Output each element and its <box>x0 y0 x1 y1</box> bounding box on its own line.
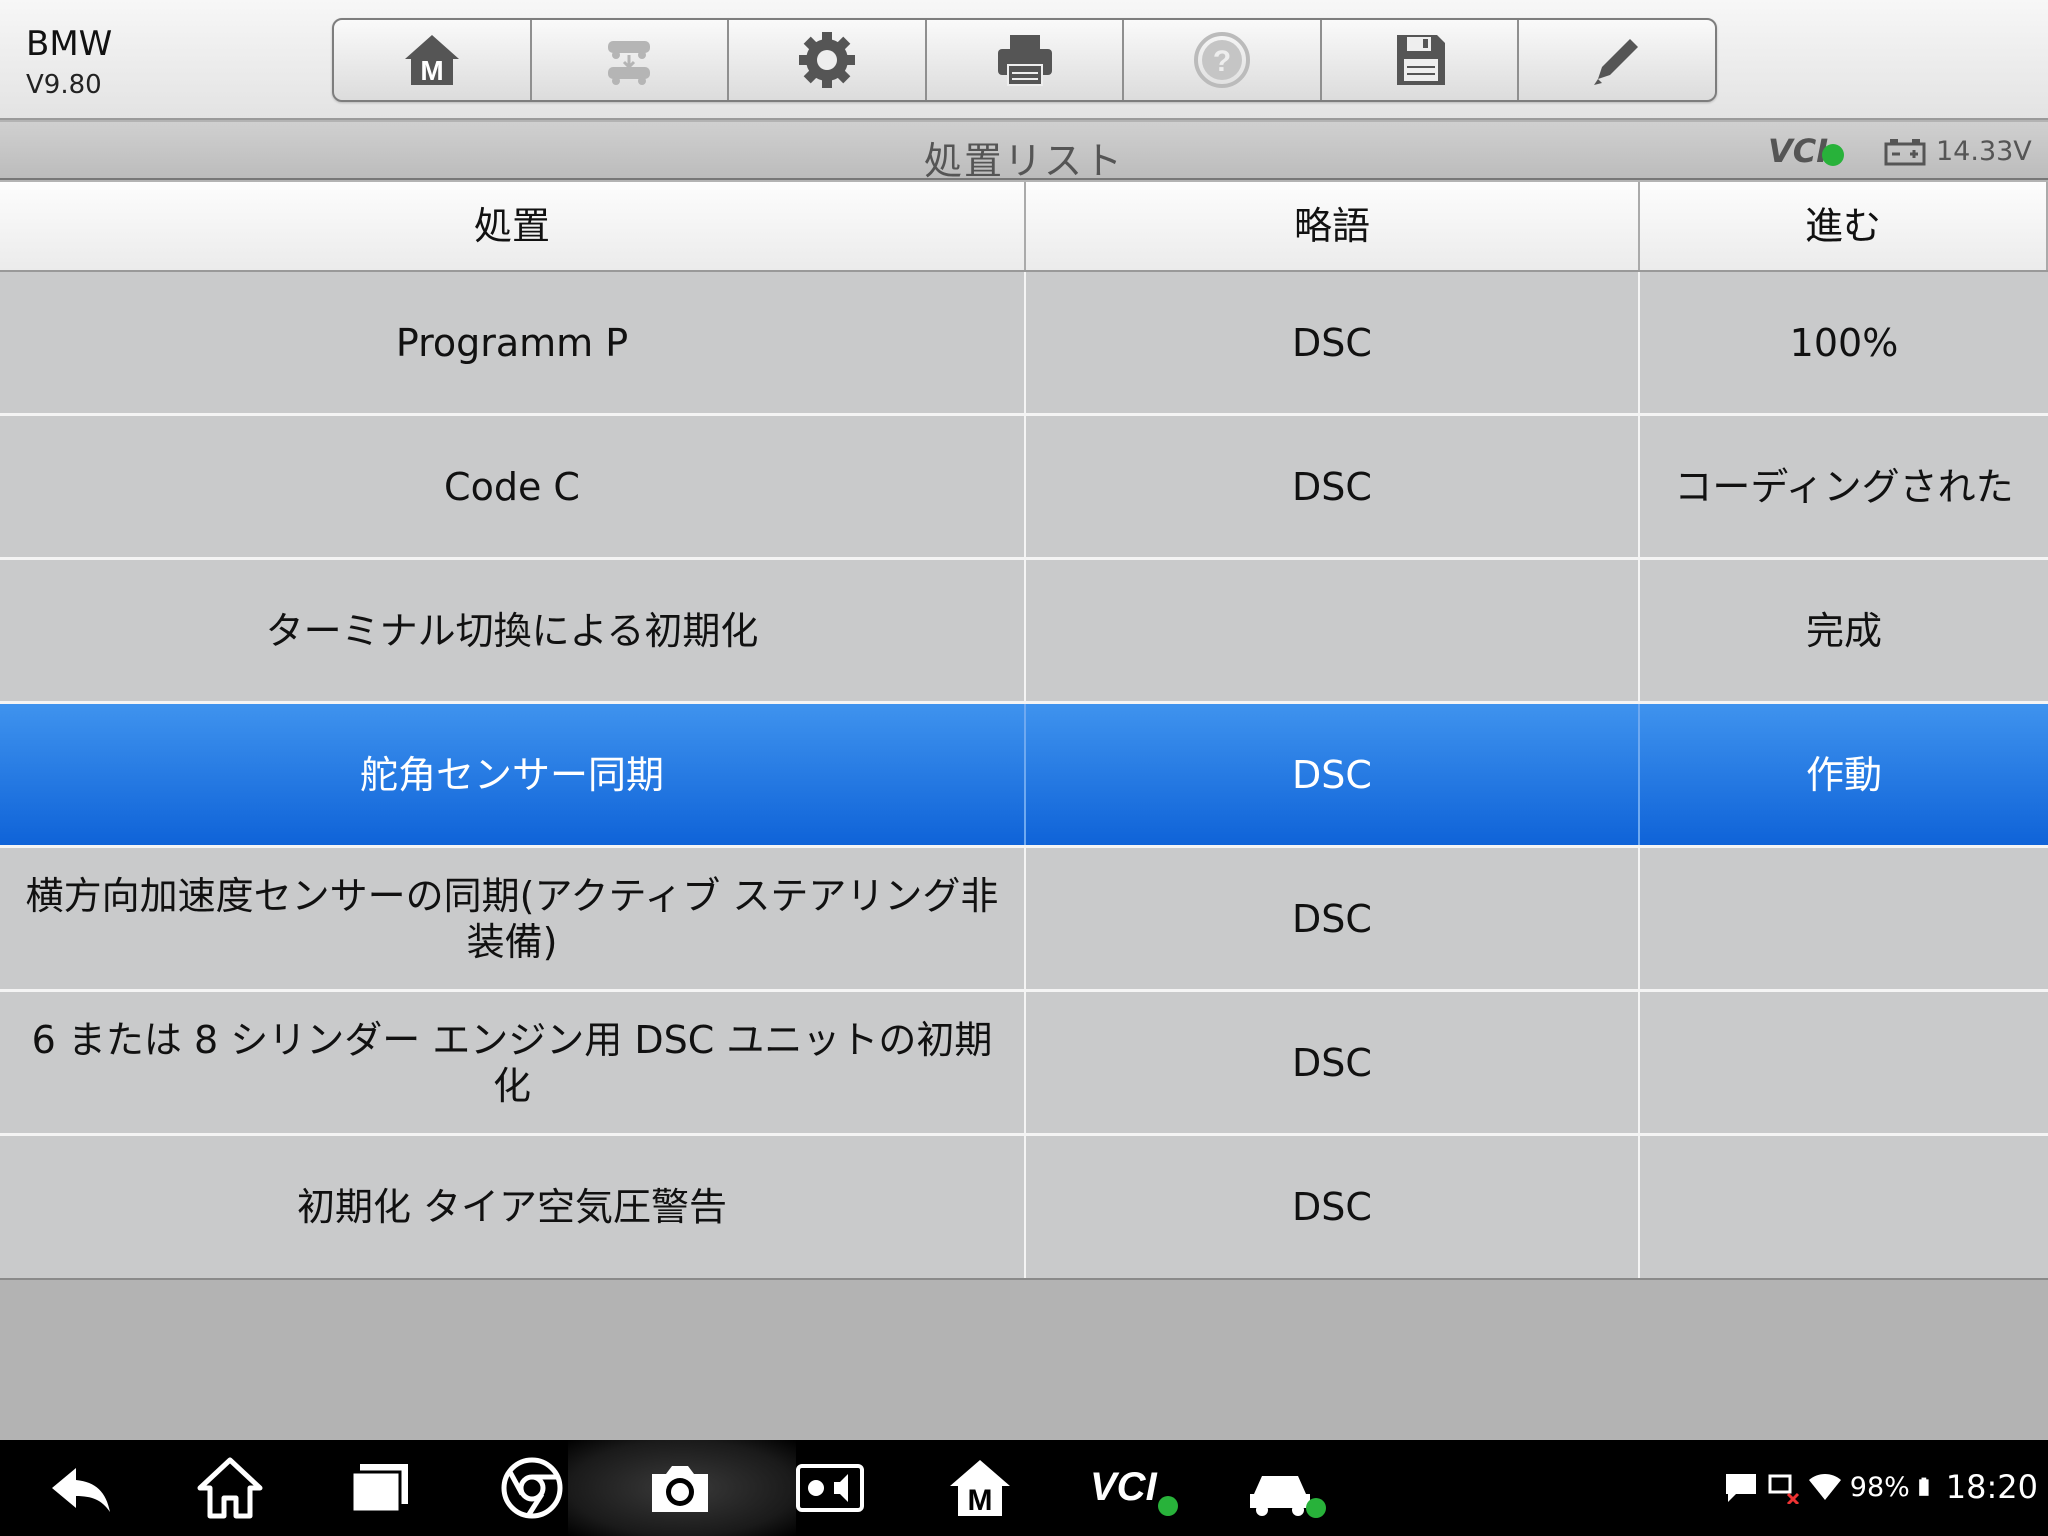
vehicle-swap-button[interactable] <box>532 20 730 100</box>
wifi-icon <box>1808 1474 1841 1500</box>
table-row[interactable]: ターミナル切換による初期化 完成 <box>0 560 2048 704</box>
message-icon <box>1725 1474 1756 1502</box>
row-progress <box>1640 1136 2048 1278</box>
vehicle-button[interactable] <box>1248 1454 1328 1522</box>
title-bar: 処置リスト VCI 14.33V <box>0 122 2048 183</box>
svg-text:?: ? <box>1213 45 1231 78</box>
usb-disconnected-icon <box>1768 1474 1799 1504</box>
chrome-icon <box>501 1457 563 1519</box>
settings-button[interactable] <box>729 20 927 100</box>
clock: 18:20 <box>1945 1468 2038 1506</box>
row-action: 舵角センサー同期 <box>0 704 1026 845</box>
header-progress: 進む <box>1640 182 2048 270</box>
table-row[interactable]: 横方向加速度センサーの同期(アクティブ ステアリング非装備) DSC <box>0 848 2048 992</box>
vci-status: VCI <box>1768 132 1829 170</box>
edit-button[interactable] <box>1519 20 1715 100</box>
car-battery-icon <box>1884 139 1926 166</box>
vci-connected-icon <box>1822 144 1844 166</box>
recent-apps-icon <box>350 1464 408 1514</box>
svg-text:VCI: VCI <box>1090 1465 1158 1509</box>
save-button[interactable] <box>1322 20 1520 100</box>
battery-percent: 98% <box>1849 1471 1910 1503</box>
row-progress: コーディングされた <box>1674 464 2014 509</box>
table-row[interactable]: Programm P DSC 100% <box>0 272 2048 416</box>
table-row[interactable]: 6 または 8 シリンダー エンジン用 DSC ユニットの初期化 DSC <box>0 992 2048 1136</box>
chrome-button[interactable] <box>498 1454 566 1522</box>
maxisys-home-button[interactable]: M <box>946 1454 1014 1522</box>
table-header: 処置 略語 進む <box>0 182 2048 272</box>
home-button-nav[interactable] <box>196 1454 264 1522</box>
procedure-table: 処置 略語 進む Programm P DSC 100% Code C DSC … <box>0 182 2048 1280</box>
row-abbreviation: DSC <box>1026 416 1640 557</box>
row-action: 初期化 タイア空気圧警告 <box>0 1136 1026 1278</box>
car-icon <box>1250 1476 1326 1518</box>
vci-button[interactable]: VCI <box>1090 1454 1182 1522</box>
table-row[interactable]: 初期化 タイア空気圧警告 DSC <box>0 1136 2048 1280</box>
home-icon <box>197 1457 263 1519</box>
header-action: 処置 <box>0 182 1026 270</box>
row-progress: 作動 <box>1805 752 1882 797</box>
battery-voltage: 14.33V <box>1936 136 2032 167</box>
row-abbreviation <box>1026 560 1640 701</box>
row-abbreviation: DSC <box>1026 704 1640 845</box>
row-abbreviation: DSC <box>1026 848 1640 989</box>
print-button[interactable] <box>927 20 1125 100</box>
save-icon <box>1396 35 1445 85</box>
pencil-icon <box>1594 39 1639 85</box>
help-button[interactable]: ? <box>1124 20 1322 100</box>
home-m-icon: M <box>404 35 459 86</box>
row-progress: 完成 <box>1805 608 1882 653</box>
table-row[interactable]: Code C DSC コーディングされた <box>0 416 2048 560</box>
back-button[interactable] <box>46 1454 114 1522</box>
row-progress <box>1640 848 2048 989</box>
svg-text:M: M <box>968 1484 993 1517</box>
table-row-selected[interactable]: 舵角センサー同期 DSC 作動 <box>0 704 2048 848</box>
camera-icon <box>652 1466 708 1512</box>
help-icon: ? <box>1194 32 1251 88</box>
home-button[interactable]: M <box>334 20 532 100</box>
back-icon <box>52 1468 110 1512</box>
row-action: Code C <box>0 416 1026 557</box>
row-abbreviation: DSC <box>1026 992 1640 1133</box>
maxisys-home-icon: M <box>950 1460 1010 1517</box>
navigation-bar: M VCI 98% 18:20 <box>0 1440 2048 1536</box>
app-version: V9.80 <box>26 70 102 100</box>
app-name: BMW <box>26 24 113 64</box>
screenshot-button[interactable] <box>646 1454 714 1522</box>
top-bar: BMW V9.80 M ? <box>0 0 2048 120</box>
row-progress: 100% <box>1789 320 1899 365</box>
header-abbreviation: 略語 <box>1026 182 1640 270</box>
printer-icon <box>997 35 1052 86</box>
row-abbreviation: DSC <box>1026 272 1640 413</box>
brightness-volume-icon <box>796 1464 864 1512</box>
brightness-volume-button[interactable] <box>796 1454 864 1522</box>
row-abbreviation: DSC <box>1026 1136 1640 1278</box>
row-progress <box>1640 992 2048 1133</box>
gear-icon <box>798 32 855 88</box>
toolbar: M ? <box>332 18 1717 102</box>
battery-icon <box>1918 1477 1929 1496</box>
row-action: ターミナル切換による初期化 <box>0 560 1026 701</box>
status-area: 98% 18:20 <box>1724 1468 2038 1506</box>
row-action: Programm P <box>0 272 1026 413</box>
page-title: 処置リスト <box>923 139 1124 183</box>
vehicle-swap-icon <box>608 41 651 85</box>
row-action: 横方向加速度センサーの同期(アクティブ ステアリング非装備) <box>0 848 1026 989</box>
recent-apps-button[interactable] <box>346 1454 414 1522</box>
vci-icon: VCI <box>1090 1465 1178 1516</box>
svg-text:M: M <box>420 55 443 86</box>
row-action: 6 または 8 シリンダー エンジン用 DSC ユニットの初期化 <box>0 992 1026 1133</box>
